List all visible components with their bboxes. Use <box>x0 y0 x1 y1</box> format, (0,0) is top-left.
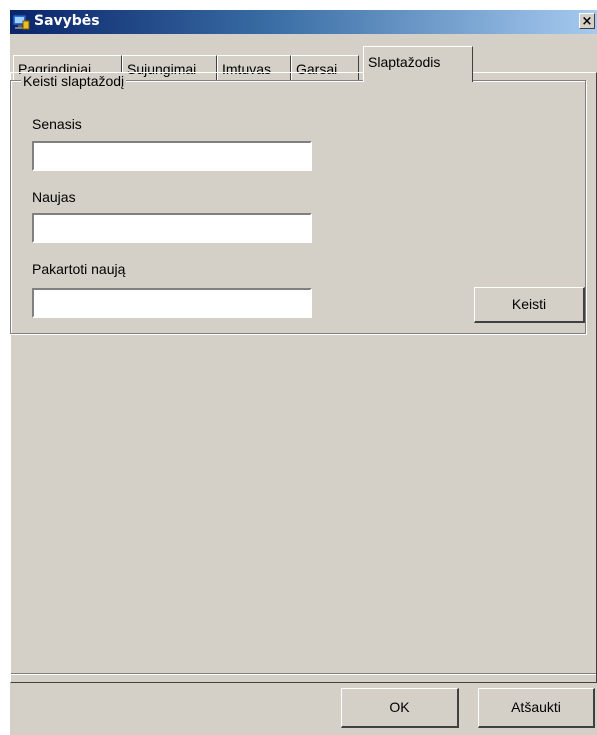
computer-icon <box>12 13 30 31</box>
cancel-button[interactable]: Atšaukti <box>478 688 595 728</box>
tab-label: Slaptažodis <box>368 54 441 70</box>
group-title: Keisti slaptažodį <box>21 73 127 89</box>
change-password-button[interactable]: Keisti <box>474 287 585 323</box>
close-button[interactable]: × <box>579 13 595 29</box>
ok-button[interactable]: OK <box>341 688 459 728</box>
title-bar[interactable]: Savybės × <box>10 10 597 34</box>
old-password-label: Senasis <box>32 116 82 132</box>
cancel-button-label: Atšaukti <box>511 699 561 715</box>
window-title: Savybės <box>34 13 100 29</box>
ok-button-label: OK <box>389 699 410 715</box>
repeat-password-label: Pakartoti naują <box>32 261 126 277</box>
new-password-input[interactable] <box>32 213 312 243</box>
change-button-label: Keisti <box>511 296 547 312</box>
old-password-input[interactable] <box>32 141 312 171</box>
close-icon: × <box>581 14 593 29</box>
tab-slaptazodis[interactable]: Slaptažodis <box>363 46 473 82</box>
new-password-label: Naujas <box>32 189 76 205</box>
repeat-password-input[interactable] <box>32 288 312 318</box>
